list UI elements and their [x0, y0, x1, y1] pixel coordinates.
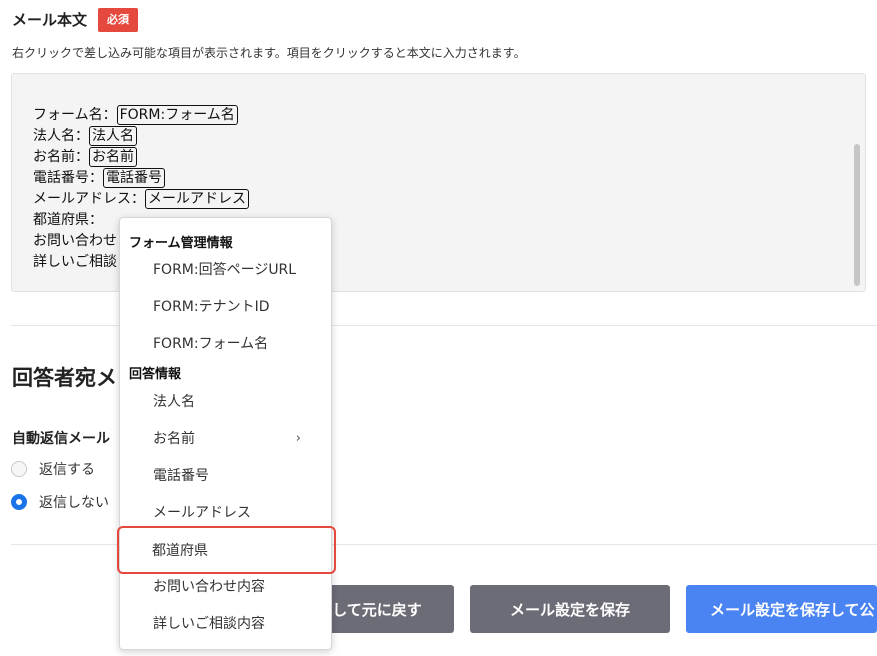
- menu-item-company[interactable]: 法人名: [120, 384, 331, 418]
- insert-tag[interactable]: メールアドレス: [145, 189, 249, 209]
- required-badge: 必須: [98, 8, 138, 32]
- line-label: メールアドレス：: [33, 191, 145, 207]
- radio-button[interactable]: [11, 461, 27, 477]
- editor-scrollbar[interactable]: [854, 144, 860, 286]
- line-label: お問い合わせ: [33, 233, 117, 249]
- body-line: 詳しいご相談: [33, 252, 117, 273]
- radio-reply[interactable]: 返信する: [11, 458, 95, 480]
- save-publish-button[interactable]: メール設定を保存して公: [686, 585, 877, 633]
- insert-context-menu: フォーム管理情報 FORM:回答ページURL FORM:テナントID FORM:…: [117, 217, 336, 650]
- radio-label: 返信しない: [39, 495, 109, 511]
- line-label: お名前：: [33, 149, 89, 165]
- insert-tag[interactable]: FORM:フォーム名: [116, 105, 238, 125]
- save-button[interactable]: メール設定を保存: [470, 585, 670, 633]
- hint-text: 右クリックで差し込み可能な項目が表示されます。項目をクリックすると本文に入力され…: [12, 46, 526, 60]
- insert-tag[interactable]: お名前: [89, 147, 137, 167]
- radio-no-reply[interactable]: 返信しない: [11, 491, 109, 513]
- insert-tag[interactable]: 法人名: [89, 126, 137, 146]
- body-line: フォーム名： FORM:フォーム名: [33, 105, 238, 126]
- menu-item-tenant-id[interactable]: FORM:テナントID: [120, 289, 331, 323]
- menu-group-answer: 回答情報: [129, 367, 182, 382]
- menu-item-form-name[interactable]: FORM:フォーム名: [120, 326, 331, 360]
- menu-item-form-url[interactable]: FORM:回答ページURL: [120, 252, 331, 286]
- body-line: お名前： お名前: [33, 147, 137, 168]
- menu-item-consultation[interactable]: 詳しいご相談内容: [120, 606, 331, 640]
- insert-tag[interactable]: 電話番号: [103, 168, 165, 188]
- body-line: 電話番号： 電話番号: [33, 168, 165, 189]
- line-label: 電話番号：: [33, 170, 103, 186]
- body-line: 都道府県：: [33, 210, 103, 231]
- line-label: 都道府県：: [33, 212, 103, 228]
- chevron-right-icon: ›: [295, 430, 301, 446]
- line-label: 法人名：: [33, 128, 89, 144]
- line-label: 詳しいご相談: [33, 254, 117, 270]
- menu-item-label: お名前: [153, 431, 195, 447]
- menu-item-name[interactable]: お名前 ›: [120, 421, 331, 455]
- body-line: 法人名： 法人名: [33, 126, 137, 147]
- menu-item-inquiry[interactable]: お問い合わせ内容: [120, 569, 331, 603]
- menu-item-phone[interactable]: 電話番号: [120, 458, 331, 492]
- menu-item-prefecture[interactable]: 都道府県: [117, 526, 336, 574]
- section-title: メール本文: [12, 11, 88, 29]
- radio-button[interactable]: [11, 494, 27, 510]
- menu-item-email[interactable]: メールアドレス: [120, 495, 331, 529]
- line-label: フォーム名：: [33, 107, 117, 123]
- menu-group-form: フォーム管理情報: [129, 236, 233, 251]
- auto-reply-label: 自動返信メール: [12, 431, 110, 447]
- body-line: お問い合わせ: [33, 231, 117, 252]
- radio-label: 返信する: [39, 462, 95, 478]
- body-line: メールアドレス： メールアドレス: [33, 189, 249, 210]
- respondent-heading: 回答者宛メ: [12, 366, 117, 390]
